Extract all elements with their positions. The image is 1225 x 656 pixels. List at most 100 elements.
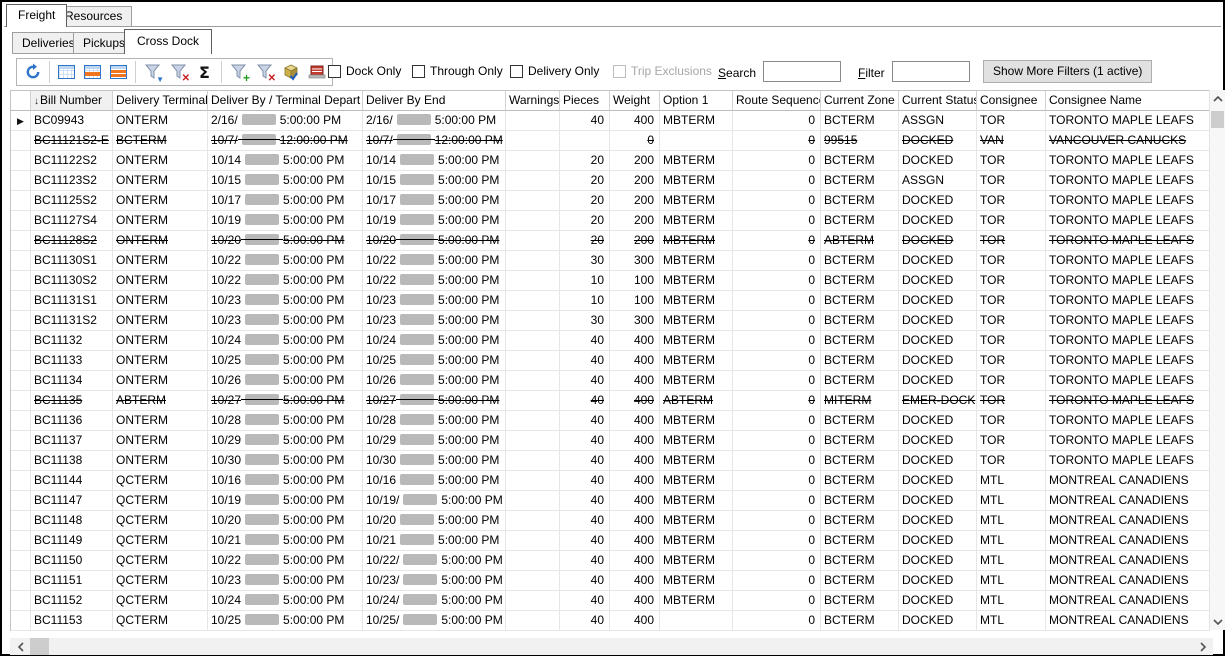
cell-sel — [11, 591, 31, 611]
cell-bill: BC11148 — [31, 511, 113, 531]
package-check-icon[interactable] — [279, 61, 302, 84]
column-header-status[interactable]: Current Status — [899, 91, 977, 111]
cell-route: 0 — [733, 311, 821, 331]
table-row[interactable]: BC11147QCTERM10/195:00:00 PM10/19/5:00:0… — [11, 491, 1210, 511]
cell-zone: BCTERM — [821, 351, 899, 371]
cell-bill: BC11134 — [31, 371, 113, 391]
cell-bill: BC11135 — [31, 391, 113, 411]
cell-dbyEnd: 10/7/12:00:00 PM — [363, 131, 506, 151]
table-row[interactable]: BC11134ONTERM10/265:00:00 PM10/265:00:00… — [11, 371, 1210, 391]
scroll-down-icon[interactable] — [1210, 613, 1225, 630]
vertical-scrollbar-thumb[interactable] — [1211, 111, 1224, 128]
table-row[interactable]: BC11130S1ONTERM10/225:00:00 PM10/225:00:… — [11, 251, 1210, 271]
column-header-dbyEnd[interactable]: Deliver By End — [363, 91, 506, 111]
table-row[interactable]: BC11131S1ONTERM10/235:00:00 PM10/235:00:… — [11, 291, 1210, 311]
cell-status: DOCKED — [899, 531, 977, 551]
filter-input[interactable] — [892, 61, 970, 82]
column-header-bill[interactable]: ↓Bill Number — [31, 91, 113, 111]
table-row[interactable]: BC11121S2-EBCTERM10/7/12:00:00 PM10/7/12… — [11, 131, 1210, 151]
dock-only-checkbox[interactable]: Dock Only — [328, 64, 401, 78]
filter-clear-icon[interactable]: ✕ — [167, 61, 190, 84]
cell-pieces: 40 — [560, 391, 610, 411]
tab-freight[interactable]: Freight — [6, 4, 67, 27]
cell-zone: BCTERM — [821, 171, 899, 191]
row-selector-header[interactable] — [11, 91, 31, 111]
cell-consName: TORONTO MAPLE LEAFS — [1046, 371, 1210, 391]
redacted-year — [245, 394, 279, 405]
cell-consName: TORONTO MAPLE LEAFS — [1046, 271, 1210, 291]
table-row[interactable]: BC11149QCTERM10/215:00:00 PM10/215:00:00… — [11, 531, 1210, 551]
column-header-opt1[interactable]: Option 1 — [660, 91, 733, 111]
cell-status: DOCKED — [899, 331, 977, 351]
table-row[interactable]: BC11136ONTERM10/285:00:00 PM10/285:00:00… — [11, 411, 1210, 431]
horizontal-scrollbar[interactable] — [10, 638, 1213, 655]
table-row[interactable]: BC11122S2ONTERM10/145:00:00 PM10/145:00:… — [11, 151, 1210, 171]
cell-term: ONTERM — [113, 431, 208, 451]
table-row[interactable]: BC11132ONTERM10/245:00:00 PM10/245:00:00… — [11, 331, 1210, 351]
column-header-warn[interactable]: Warnings — [506, 91, 560, 111]
table-row[interactable]: BC11138ONTERM10/305:00:00 PM10/305:00:00… — [11, 451, 1210, 471]
vertical-scrollbar[interactable] — [1209, 90, 1225, 630]
table-row[interactable]: BC11137ONTERM10/295:00:00 PM10/295:00:00… — [11, 431, 1210, 451]
through-only-checkbox[interactable]: Through Only — [412, 64, 503, 78]
cell-sel — [11, 151, 31, 171]
redacted-year — [245, 374, 279, 385]
table-row[interactable]: BC11133ONTERM10/255:00:00 PM10/255:00:00… — [11, 351, 1210, 371]
tab-cross-dock[interactable]: Cross Dock — [124, 29, 212, 54]
cell-sel — [11, 571, 31, 591]
dock-door-icon[interactable] — [305, 61, 328, 84]
column-header-zone[interactable]: Current Zone — [821, 91, 899, 111]
table-row[interactable]: BC11153QCTERM10/255:00:00 PM10/25/5:00:0… — [11, 611, 1210, 631]
scroll-up-icon[interactable] — [1210, 90, 1225, 107]
cell-warn — [506, 551, 560, 571]
cell-status: DOCKED — [899, 311, 977, 331]
table-row[interactable]: BC11150QCTERM10/225:00:00 PM10/22/5:00:0… — [11, 551, 1210, 571]
cell-weight: 400 — [610, 571, 660, 591]
cell-opt1: MBTERM — [660, 331, 733, 351]
table-row[interactable]: BC11128S2ONTERM10/205:00:00 PM10/205:00:… — [11, 231, 1210, 251]
filter-apply-icon[interactable]: ▼ — [141, 61, 164, 84]
search-label: Search — [718, 66, 756, 80]
column-header-route[interactable]: Route Sequence — [733, 91, 821, 111]
column-header-term[interactable]: Delivery Terminal — [113, 91, 208, 111]
filter-add-icon[interactable]: + — [227, 61, 250, 84]
column-header-cons[interactable]: Consignee — [977, 91, 1046, 111]
table-row[interactable]: BC11135ABTERM10/275:00:00 PM10/275:00:00… — [11, 391, 1210, 411]
scroll-right-icon[interactable] — [1194, 638, 1211, 655]
search-input[interactable] — [763, 61, 841, 82]
table-row[interactable]: BC11131S2ONTERM10/235:00:00 PM10/235:00:… — [11, 311, 1210, 331]
filter-remove-icon[interactable]: ✕ — [253, 61, 276, 84]
table-row[interactable]: BC11123S2ONTERM10/155:00:00 PM10/155:00:… — [11, 171, 1210, 191]
cell-route: 0 — [733, 491, 821, 511]
cell-warn — [506, 131, 560, 151]
grid-partial-icon[interactable] — [81, 61, 104, 84]
cell-sel — [11, 511, 31, 531]
cell-dby: 10/225:00:00 PM — [208, 271, 363, 291]
table-row[interactable]: BC11130S2ONTERM10/225:00:00 PM10/225:00:… — [11, 271, 1210, 291]
grid-full-icon[interactable] — [107, 61, 130, 84]
table-row[interactable]: BC11151QCTERM10/235:00:00 PM10/23/5:00:0… — [11, 571, 1210, 591]
cell-weight: 400 — [610, 351, 660, 371]
refresh-icon[interactable] — [21, 61, 44, 84]
horizontal-scrollbar-thumb[interactable] — [30, 638, 49, 655]
table-row[interactable]: ▶BC09943ONTERM2/16/5:00:00 PM2/16/5:00:0… — [11, 111, 1210, 131]
cell-cons: TOR — [977, 151, 1046, 171]
column-header-weight[interactable]: Weight — [610, 91, 660, 111]
grid-plain-icon[interactable] — [55, 61, 78, 84]
column-header-dby[interactable]: Deliver By / Terminal Depart — [208, 91, 363, 111]
scroll-left-icon[interactable] — [12, 638, 29, 655]
show-more-filters-button[interactable]: Show More Filters (1 active) — [983, 60, 1152, 83]
sum-sigma-icon[interactable]: Σ — [193, 61, 216, 84]
cell-route: 0 — [733, 391, 821, 411]
column-header-consName[interactable]: Consignee Name — [1046, 91, 1210, 111]
cell-zone: BCTERM — [821, 431, 899, 451]
cell-route: 0 — [733, 151, 821, 171]
column-header-pieces[interactable]: Pieces — [560, 91, 610, 111]
table-row[interactable]: BC11125S2ONTERM10/175:00:00 PM10/175:00:… — [11, 191, 1210, 211]
table-row[interactable]: BC11152QCTERM10/245:00:00 PM10/24/5:00:0… — [11, 591, 1210, 611]
table-row[interactable]: BC11148QCTERM10/205:00:00 PM10/205:00:00… — [11, 511, 1210, 531]
table-row[interactable]: BC11144QCTERM10/165:00:00 PM10/165:00:00… — [11, 471, 1210, 491]
table-row[interactable]: BC11127S4ONTERM10/195:00:00 PM10/195:00:… — [11, 211, 1210, 231]
delivery-only-checkbox[interactable]: Delivery Only — [510, 64, 599, 78]
redacted-year — [400, 174, 434, 185]
